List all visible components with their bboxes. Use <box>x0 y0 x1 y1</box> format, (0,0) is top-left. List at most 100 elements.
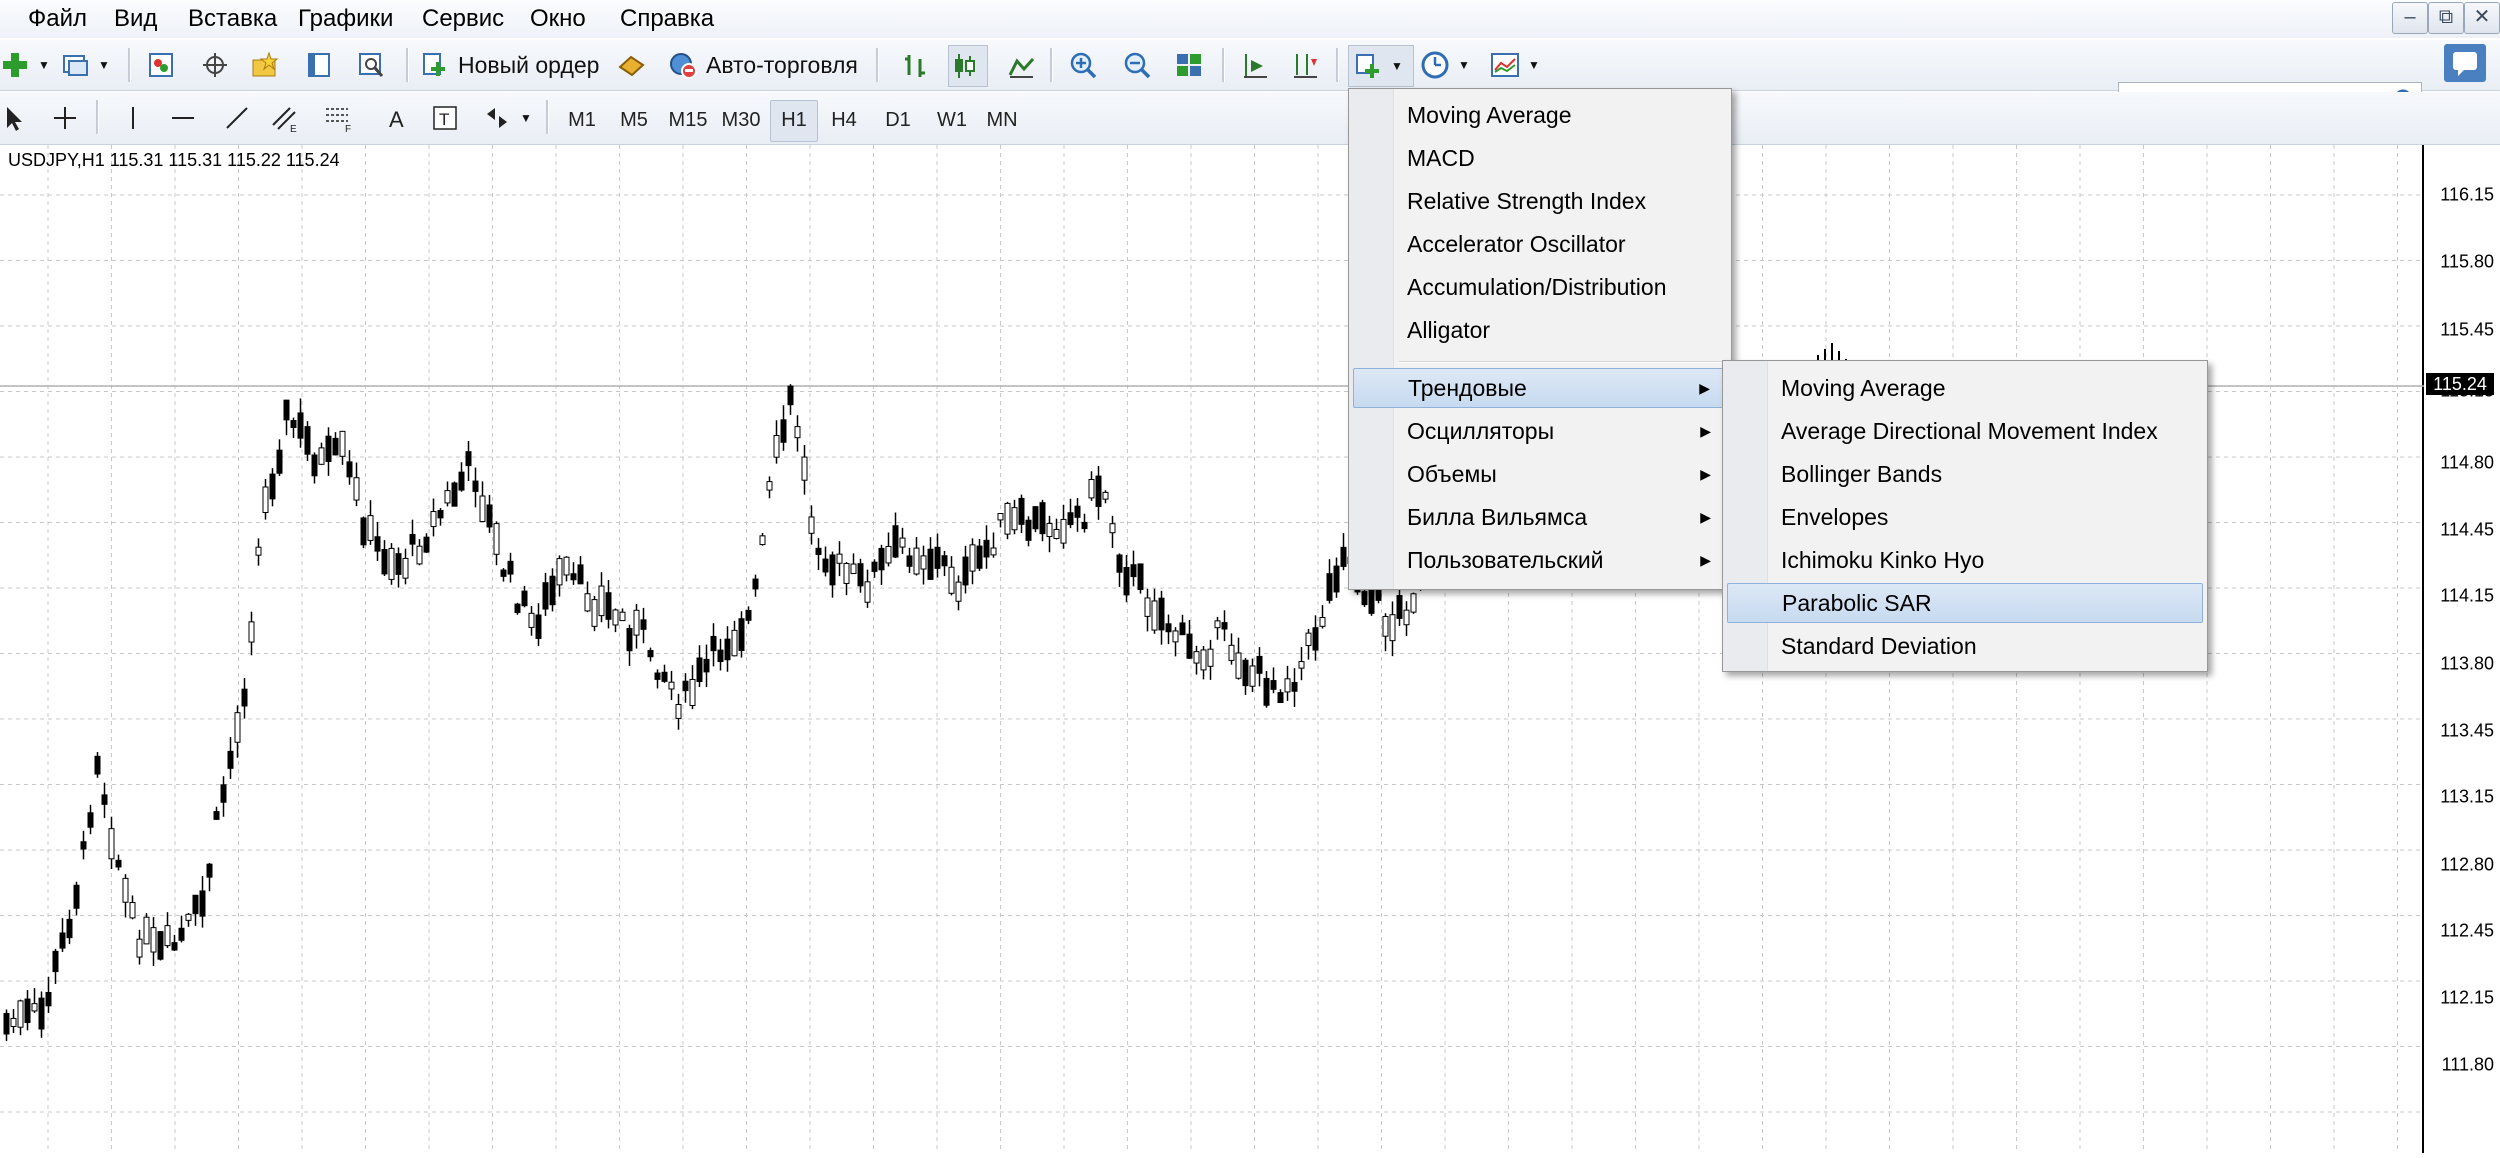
candle-bearish <box>857 563 864 587</box>
candle-bearish <box>241 688 248 707</box>
menu-group-oscillators[interactable]: Осцилляторы ▶ <box>1353 411 1727 451</box>
line-chart-button[interactable] <box>1006 45 1036 85</box>
candle-bearish <box>206 863 213 878</box>
chart-shift-button[interactable] <box>1240 45 1270 85</box>
zoom-in-button[interactable] <box>1068 45 1098 85</box>
minimize-button[interactable]: – <box>2392 2 2428 34</box>
crosshair-icon <box>50 103 80 133</box>
chat-button[interactable] <box>2444 44 2486 82</box>
timeframe-m15[interactable]: M15 <box>664 100 712 140</box>
candle-bearish <box>115 859 122 868</box>
submenu-item-standard-deviation[interactable]: Standard Deviation <box>1727 626 2203 666</box>
menu-item-rsi[interactable]: Relative Strength Index <box>1353 181 1727 221</box>
candle-bearish <box>1186 633 1193 659</box>
menu-insert[interactable]: Вставка <box>182 4 283 34</box>
candlestick-button[interactable] <box>948 45 988 87</box>
timeframe-w1[interactable]: W1 <box>928 100 976 140</box>
metaeditor-button[interactable] <box>616 45 646 85</box>
svg-text:F: F <box>345 124 351 133</box>
market-watch-button[interactable] <box>146 45 176 85</box>
menu-item-alligator[interactable]: Alligator <box>1353 310 1727 350</box>
candle-bullish <box>598 585 605 617</box>
timeframe-d1[interactable]: D1 <box>876 100 920 140</box>
submenu-item-parabolic-sar[interactable]: Parabolic SAR <box>1727 583 2203 623</box>
menu-tools[interactable]: Сервис <box>416 4 510 34</box>
menu-item-macd[interactable]: MACD <box>1353 138 1727 178</box>
candle-bearish <box>892 525 899 558</box>
autotrading-icon <box>668 50 698 80</box>
indicators-menu: Moving Average MACD Relative Strength In… <box>1348 88 1732 590</box>
candle-bullish <box>430 511 437 528</box>
submenu-item-moving-average[interactable]: Moving Average <box>1727 368 2203 408</box>
candle-bullish <box>1228 644 1235 661</box>
terminal-button[interactable] <box>304 45 334 85</box>
candle-bearish <box>171 942 178 951</box>
timeframe-m1[interactable]: M1 <box>560 100 604 140</box>
menu-view[interactable]: Вид <box>108 4 163 34</box>
timeframe-m30[interactable]: M30 <box>716 100 766 140</box>
navigator-button[interactable] <box>250 45 280 85</box>
submenu-item-envelopes[interactable]: Envelopes <box>1727 497 2203 537</box>
candle-bearish <box>661 671 668 682</box>
menu-file[interactable]: Файл <box>22 4 93 34</box>
menu-group-volumes[interactable]: Объемы ▶ <box>1353 454 1727 494</box>
menu-window[interactable]: Окно <box>524 4 592 34</box>
new-chart-button[interactable]: ▼ <box>0 45 50 85</box>
candle-bearish <box>822 558 829 573</box>
timeframe-h1[interactable]: H1 <box>770 100 818 142</box>
menu-item-moving-average[interactable]: Moving Average <box>1353 95 1727 135</box>
profiles-button[interactable]: ▼ <box>60 45 110 85</box>
cursor-button[interactable] <box>0 98 30 138</box>
chat-icon <box>2444 52 2486 86</box>
data-window-button[interactable] <box>200 45 230 85</box>
candle-bearish <box>976 545 983 569</box>
new-order-button[interactable]: Новый ордер <box>420 45 599 85</box>
trendline-button[interactable] <box>222 98 252 138</box>
periods-button[interactable]: ▼ <box>1420 45 1470 85</box>
timeframe-mn[interactable]: MN <box>978 100 1026 140</box>
candle-bearish <box>45 992 52 1007</box>
candle-bullish <box>1011 507 1018 531</box>
menu-help[interactable]: Справка <box>614 4 720 34</box>
submenu-item-adx[interactable]: Average Directional Movement Index <box>1727 411 2203 451</box>
candle-bearish <box>542 582 549 610</box>
submenu-item-bollinger-bands[interactable]: Bollinger Bands <box>1727 454 2203 494</box>
candle-bullish <box>955 581 962 602</box>
candle-bearish <box>157 931 164 960</box>
menu-item-accumulation-distribution[interactable]: Accumulation/Distribution <box>1353 267 1727 307</box>
fibonacci-button[interactable]: F <box>324 98 354 138</box>
new-order-label: Новый ордер <box>458 51 600 78</box>
zoom-out-button[interactable] <box>1122 45 1152 85</box>
vertical-line-button[interactable] <box>118 98 148 138</box>
menu-item-accelerator-oscillator[interactable]: Accelerator Oscillator <box>1353 224 1727 264</box>
crosshair-button[interactable] <box>50 98 80 138</box>
autoscroll-button[interactable] <box>1290 45 1320 85</box>
timeframe-h4[interactable]: H4 <box>822 100 866 140</box>
horizontal-line-button[interactable] <box>168 98 198 138</box>
templates-button[interactable]: ▼ <box>1490 45 1540 85</box>
arrows-button[interactable]: ▼ <box>482 98 532 138</box>
candle-bearish <box>1116 554 1123 573</box>
bar-chart-button[interactable] <box>900 45 930 85</box>
candle-bearish <box>297 412 304 439</box>
menu-group-custom[interactable]: Пользовательский ▶ <box>1353 540 1727 580</box>
text-label-button[interactable]: T <box>430 98 460 138</box>
autotrading-button[interactable]: Авто-торговля <box>668 45 858 85</box>
restore-button[interactable]: ⧉ <box>2428 2 2464 34</box>
menu-charts[interactable]: Графики <box>292 4 399 34</box>
text-button[interactable]: A <box>382 98 412 138</box>
equidistant-channel-button[interactable]: E <box>270 98 300 138</box>
indicators-button[interactable]: ▼ <box>1348 45 1414 87</box>
tile-windows-button[interactable] <box>1174 45 1204 85</box>
submenu-item-ichimoku[interactable]: Ichimoku Kinko Hyo <box>1727 540 2203 580</box>
timeframe-m5[interactable]: M5 <box>612 100 656 140</box>
menu-group-trend-label: Трендовые <box>1408 375 1527 401</box>
candle-bearish <box>871 561 878 572</box>
menu-group-bill-williams[interactable]: Билла Вильямса ▶ <box>1353 497 1727 537</box>
strategy-tester-button[interactable] <box>356 45 386 85</box>
close-button[interactable]: ✕ <box>2464 2 2500 34</box>
trend-submenu: Moving Average Average Directional Movem… <box>1722 360 2208 672</box>
menu-group-trend[interactable]: Трендовые ▶ <box>1353 368 1727 408</box>
candle-bearish <box>395 553 402 575</box>
price-axis-label: 113.45 <box>2440 720 2494 741</box>
